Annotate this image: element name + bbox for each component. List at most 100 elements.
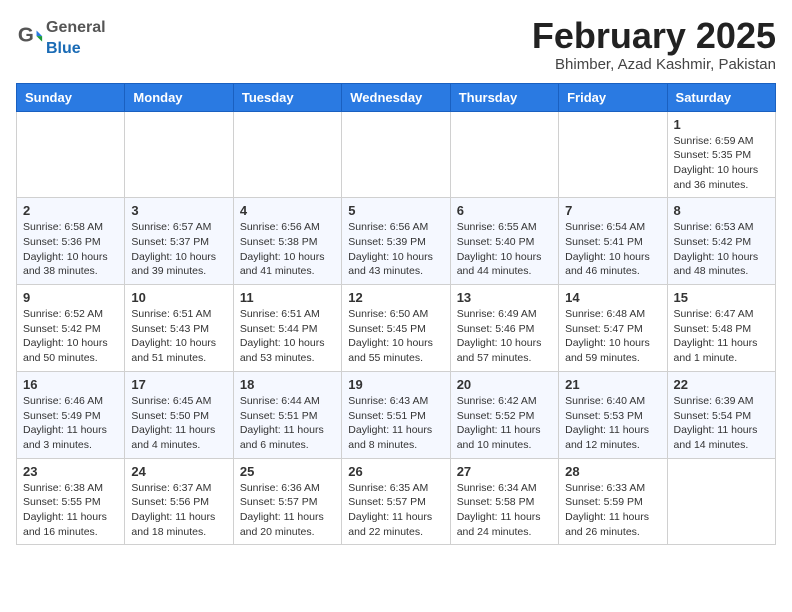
day-info: Sunrise: 6:51 AM Sunset: 5:44 PM Dayligh… <box>240 307 335 366</box>
day-number: 19 <box>348 377 443 392</box>
day-info: Sunrise: 6:47 AM Sunset: 5:48 PM Dayligh… <box>674 307 769 366</box>
calendar-cell: 10 Sunrise: 6:51 AM Sunset: 5:43 PM Dayli… <box>125 285 233 372</box>
calendar-header-saturday: Saturday <box>667 83 775 111</box>
calendar-header-monday: Monday <box>125 83 233 111</box>
calendar-cell <box>450 111 558 198</box>
calendar-cell: 27 Sunrise: 6:34 AM Sunset: 5:58 PM Dayli… <box>450 458 558 545</box>
day-number: 23 <box>23 464 118 479</box>
day-info: Sunrise: 6:52 AM Sunset: 5:42 PM Dayligh… <box>23 307 118 366</box>
calendar-week-row: 1 Sunrise: 6:59 AM Sunset: 5:35 PM Daylig… <box>17 111 776 198</box>
calendar-cell: 8 Sunrise: 6:53 AM Sunset: 5:42 PM Daylig… <box>667 198 775 285</box>
calendar-header-wednesday: Wednesday <box>342 83 450 111</box>
day-info: Sunrise: 6:39 AM Sunset: 5:54 PM Dayligh… <box>674 394 769 453</box>
day-info: Sunrise: 6:48 AM Sunset: 5:47 PM Dayligh… <box>565 307 660 366</box>
calendar-cell: 4 Sunrise: 6:56 AM Sunset: 5:38 PM Daylig… <box>233 198 341 285</box>
day-info: Sunrise: 6:55 AM Sunset: 5:40 PM Dayligh… <box>457 220 552 279</box>
calendar-cell: 9 Sunrise: 6:52 AM Sunset: 5:42 PM Daylig… <box>17 285 125 372</box>
day-info: Sunrise: 6:36 AM Sunset: 5:57 PM Dayligh… <box>240 481 335 540</box>
calendar-cell: 6 Sunrise: 6:55 AM Sunset: 5:40 PM Daylig… <box>450 198 558 285</box>
calendar-cell: 22 Sunrise: 6:39 AM Sunset: 5:54 PM Dayli… <box>667 371 775 458</box>
day-info: Sunrise: 6:46 AM Sunset: 5:49 PM Dayligh… <box>23 394 118 453</box>
calendar-cell: 23 Sunrise: 6:38 AM Sunset: 5:55 PM Dayli… <box>17 458 125 545</box>
calendar-cell: 2Sunrise: 6:58 AM Sunset: 5:36 PM Daylig… <box>17 198 125 285</box>
day-number: 20 <box>457 377 552 392</box>
day-info: Sunrise: 6:40 AM Sunset: 5:53 PM Dayligh… <box>565 394 660 453</box>
day-info: Sunrise: 6:59 AM Sunset: 5:35 PM Dayligh… <box>674 134 769 193</box>
day-number: 4 <box>240 203 335 218</box>
calendar-cell: 19 Sunrise: 6:43 AM Sunset: 5:51 PM Dayli… <box>342 371 450 458</box>
day-info: Sunrise: 6:44 AM Sunset: 5:51 PM Dayligh… <box>240 394 335 453</box>
day-info: Sunrise: 6:34 AM Sunset: 5:58 PM Dayligh… <box>457 481 552 540</box>
calendar-cell: 24Sunrise: 6:37 AM Sunset: 5:56 PM Dayli… <box>125 458 233 545</box>
svg-text:G: G <box>18 24 34 47</box>
calendar-cell: 11 Sunrise: 6:51 AM Sunset: 5:44 PM Dayli… <box>233 285 341 372</box>
day-number: 18 <box>240 377 335 392</box>
calendar-cell: 7 Sunrise: 6:54 AM Sunset: 5:41 PM Daylig… <box>559 198 667 285</box>
logo: G General Blue <box>16 16 106 58</box>
day-info: Sunrise: 6:53 AM Sunset: 5:42 PM Dayligh… <box>674 220 769 279</box>
calendar-cell: 18 Sunrise: 6:44 AM Sunset: 5:51 PM Dayli… <box>233 371 341 458</box>
day-info: Sunrise: 6:54 AM Sunset: 5:41 PM Dayligh… <box>565 220 660 279</box>
day-info: Sunrise: 6:33 AM Sunset: 5:59 PM Dayligh… <box>565 481 660 540</box>
location-subtitle: Bhimber, Azad Kashmir, Pakistan <box>532 56 776 73</box>
calendar-cell: 26Sunrise: 6:35 AM Sunset: 5:57 PM Dayli… <box>342 458 450 545</box>
calendar-cell <box>17 111 125 198</box>
calendar-header-sunday: Sunday <box>17 83 125 111</box>
day-number: 27 <box>457 464 552 479</box>
calendar-header-row: SundayMondayTuesdayWednesdayThursdayFrid… <box>17 83 776 111</box>
day-info: Sunrise: 6:42 AM Sunset: 5:52 PM Dayligh… <box>457 394 552 453</box>
day-number: 25 <box>240 464 335 479</box>
logo-general-text: General <box>46 19 106 36</box>
calendar-table: SundayMondayTuesdayWednesdayThursdayFrid… <box>16 83 776 546</box>
calendar-cell: 13Sunrise: 6:49 AM Sunset: 5:46 PM Dayli… <box>450 285 558 372</box>
calendar-cell: 20 Sunrise: 6:42 AM Sunset: 5:52 PM Dayli… <box>450 371 558 458</box>
month-title: February 2025 <box>532 16 776 56</box>
day-number: 1 <box>674 117 769 132</box>
day-number: 9 <box>23 290 118 305</box>
day-info: Sunrise: 6:45 AM Sunset: 5:50 PM Dayligh… <box>131 394 226 453</box>
calendar-week-row: 9 Sunrise: 6:52 AM Sunset: 5:42 PM Daylig… <box>17 285 776 372</box>
day-info: Sunrise: 6:50 AM Sunset: 5:45 PM Dayligh… <box>348 307 443 366</box>
day-info: Sunrise: 6:51 AM Sunset: 5:43 PM Dayligh… <box>131 307 226 366</box>
calendar-week-row: 16 Sunrise: 6:46 AM Sunset: 5:49 PM Dayli… <box>17 371 776 458</box>
day-info: Sunrise: 6:56 AM Sunset: 5:38 PM Dayligh… <box>240 220 335 279</box>
calendar-week-row: 23 Sunrise: 6:38 AM Sunset: 5:55 PM Dayli… <box>17 458 776 545</box>
logo-icon: G <box>16 23 44 51</box>
calendar-cell: 14Sunrise: 6:48 AM Sunset: 5:47 PM Dayli… <box>559 285 667 372</box>
day-info: Sunrise: 6:49 AM Sunset: 5:46 PM Dayligh… <box>457 307 552 366</box>
calendar-cell <box>233 111 341 198</box>
calendar-cell: 15 Sunrise: 6:47 AM Sunset: 5:48 PM Dayli… <box>667 285 775 372</box>
title-area: February 2025 Bhimber, Azad Kashmir, Pak… <box>532 16 776 73</box>
logo-blue-text: Blue <box>46 40 81 57</box>
day-number: 22 <box>674 377 769 392</box>
day-number: 6 <box>457 203 552 218</box>
day-number: 8 <box>674 203 769 218</box>
day-number: 7 <box>565 203 660 218</box>
day-number: 11 <box>240 290 335 305</box>
day-info: Sunrise: 6:43 AM Sunset: 5:51 PM Dayligh… <box>348 394 443 453</box>
day-number: 3 <box>131 203 226 218</box>
calendar-cell: 21Sunrise: 6:40 AM Sunset: 5:53 PM Dayli… <box>559 371 667 458</box>
day-info: Sunrise: 6:57 AM Sunset: 5:37 PM Dayligh… <box>131 220 226 279</box>
calendar-header-thursday: Thursday <box>450 83 558 111</box>
calendar-cell: 12 Sunrise: 6:50 AM Sunset: 5:45 PM Dayli… <box>342 285 450 372</box>
day-number: 10 <box>131 290 226 305</box>
calendar-cell: 3 Sunrise: 6:57 AM Sunset: 5:37 PM Daylig… <box>125 198 233 285</box>
calendar-cell: 25 Sunrise: 6:36 AM Sunset: 5:57 PM Dayli… <box>233 458 341 545</box>
day-number: 5 <box>348 203 443 218</box>
day-number: 15 <box>674 290 769 305</box>
day-number: 26 <box>348 464 443 479</box>
day-info: Sunrise: 6:58 AM Sunset: 5:36 PM Dayligh… <box>23 220 118 279</box>
calendar-cell <box>342 111 450 198</box>
day-info: Sunrise: 6:38 AM Sunset: 5:55 PM Dayligh… <box>23 481 118 540</box>
calendar-cell <box>559 111 667 198</box>
day-number: 16 <box>23 377 118 392</box>
day-number: 12 <box>348 290 443 305</box>
day-info: Sunrise: 6:56 AM Sunset: 5:39 PM Dayligh… <box>348 220 443 279</box>
page-header: G General Blue February 2025 Bhimber, Az… <box>16 16 776 73</box>
day-number: 17 <box>131 377 226 392</box>
day-info: Sunrise: 6:37 AM Sunset: 5:56 PM Dayligh… <box>131 481 226 540</box>
calendar-cell: 17 Sunrise: 6:45 AM Sunset: 5:50 PM Dayli… <box>125 371 233 458</box>
calendar-header-friday: Friday <box>559 83 667 111</box>
calendar-cell <box>125 111 233 198</box>
